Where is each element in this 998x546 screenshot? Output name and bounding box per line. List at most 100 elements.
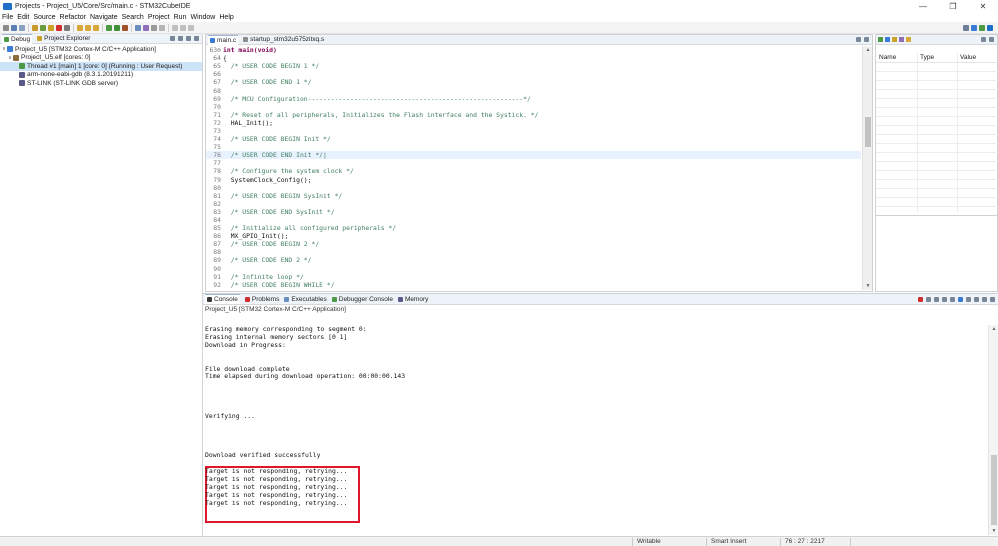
tree-item[interactable]: arm-none-eabi-gdb (8.3.1.20191211)	[0, 71, 202, 80]
code-line[interactable]: 63⊖ int main(void)	[206, 46, 861, 54]
tab-problems[interactable]: Problems	[244, 296, 279, 303]
code-line[interactable]: 68	[206, 86, 861, 95]
save-all-icon[interactable]	[19, 24, 25, 31]
step-over-icon[interactable]	[85, 24, 91, 31]
run-icon[interactable]	[114, 24, 120, 31]
search-icon[interactable]	[143, 24, 149, 31]
code-line[interactable]: 86 MX_GPIO_Init();	[206, 232, 861, 240]
code-line[interactable]: 91 /* Infinite loop */	[206, 273, 861, 281]
code-line[interactable]: 73	[206, 127, 861, 135]
scroll-down-icon[interactable]: ▼	[863, 282, 873, 290]
tab-debugger-console[interactable]: Debugger Console	[331, 296, 393, 303]
open-console-icon[interactable]	[974, 296, 979, 302]
step-into-icon[interactable]	[77, 24, 83, 31]
word-wrap-icon[interactable]	[950, 296, 955, 302]
collapse-all-icon[interactable]	[170, 36, 175, 41]
new-icon[interactable]	[3, 24, 9, 31]
quick-access-icon[interactable]	[963, 24, 969, 31]
menu-run[interactable]: Run	[174, 14, 187, 21]
perspective-debug-icon[interactable]	[979, 24, 985, 31]
external-tools-icon[interactable]	[122, 24, 128, 31]
scrollbar-thumb[interactable]	[991, 455, 997, 525]
back-icon[interactable]	[180, 24, 186, 31]
variables-icon[interactable]	[878, 37, 883, 42]
maximize-button[interactable]: ❐	[938, 0, 968, 12]
menu-help[interactable]: Help	[219, 14, 233, 21]
minimize-view-icon[interactable]	[981, 37, 986, 42]
toggle-mark-icon[interactable]	[151, 24, 157, 31]
tab-main-c[interactable]: main.c	[208, 34, 239, 45]
maximize-view-icon[interactable]	[864, 37, 869, 42]
details-pane-divider[interactable]	[876, 215, 998, 216]
breakpoints-icon[interactable]	[885, 37, 890, 42]
scroll-up-icon[interactable]: ▲	[989, 325, 998, 333]
tab-startup-s[interactable]: startup_stm32u575zitxq.s	[243, 36, 324, 43]
console-output[interactable]: Erasing memory corresponding to segment …	[205, 325, 985, 535]
remove-launch-icon[interactable]	[926, 296, 931, 302]
column-type[interactable]: Type	[920, 54, 934, 61]
code-area[interactable]: 63⊖ int main(void) 64{65 /* USER CODE BEGI…	[206, 46, 861, 290]
code-line[interactable]: 89 /* USER CODE END 2 */	[206, 256, 861, 264]
step-return-icon[interactable]	[93, 24, 99, 31]
code-line[interactable]: 81 /* USER CODE BEGIN SysInit */	[206, 192, 861, 200]
terminate-icon[interactable]	[918, 296, 923, 302]
terminate-icon[interactable]	[56, 24, 62, 31]
pin-console-icon[interactable]	[958, 296, 963, 302]
code-line[interactable]: 66	[206, 70, 861, 78]
column-value[interactable]: Value	[960, 54, 976, 61]
minimize-view-icon[interactable]	[856, 37, 861, 42]
menu-source[interactable]: Source	[33, 14, 55, 21]
code-line[interactable]: 70	[206, 103, 861, 111]
minimize-view-icon[interactable]	[982, 296, 987, 302]
code-line[interactable]: 85 /* Initialize all configured peripher…	[206, 224, 861, 232]
pin-icon[interactable]	[159, 24, 165, 31]
code-line[interactable]: 92 /* USER CODE BEGIN WHILE */	[206, 281, 861, 289]
display-console-icon[interactable]	[966, 296, 971, 302]
registers-icon[interactable]	[899, 37, 904, 42]
minimize-button[interactable]: —	[908, 0, 938, 12]
close-button[interactable]: ✕	[968, 0, 998, 12]
suspend-icon[interactable]	[48, 24, 54, 31]
code-line[interactable]: 69 /* MCU Configuration-----------------…	[206, 95, 861, 103]
expressions-icon[interactable]	[892, 37, 897, 42]
open-type-icon[interactable]	[135, 24, 141, 31]
code-line[interactable]: 78 /* Configure the system clock */	[206, 167, 861, 175]
tab-project-explorer[interactable]: Project Explorer	[37, 35, 90, 42]
menu-project[interactable]: Project	[148, 14, 170, 21]
scrollbar-thumb[interactable]	[865, 117, 871, 147]
disconnect-icon[interactable]	[64, 24, 70, 31]
code-line[interactable]: 71 /* Reset of all peripherals, Initiali…	[206, 111, 861, 119]
scroll-down-icon[interactable]: ▼	[989, 527, 998, 535]
tab-memory[interactable]: Memory	[397, 296, 428, 303]
code-line[interactable]: 83 /* USER CODE END SysInit */	[206, 208, 861, 216]
menu-window[interactable]: Window	[190, 14, 215, 21]
code-line[interactable]: 90	[206, 265, 861, 273]
code-line[interactable]: 82	[206, 200, 861, 208]
prev-edit-icon[interactable]	[172, 24, 178, 31]
code-line[interactable]: 88	[206, 248, 861, 256]
maximize-view-icon[interactable]	[990, 296, 995, 302]
minimize-view-icon[interactable]	[186, 36, 191, 41]
code-line[interactable]: 64{	[206, 54, 861, 62]
column-name[interactable]: Name	[879, 54, 896, 61]
code-line[interactable]: 87 /* USER CODE BEGIN 2 */	[206, 240, 861, 248]
view-menu-icon[interactable]	[178, 36, 183, 41]
code-line[interactable]: 80	[206, 184, 861, 192]
tab-debug[interactable]: Debug	[2, 33, 33, 44]
perspective-cpp-icon[interactable]	[971, 24, 977, 31]
tree-item[interactable]: ST-LINK (ST-LINK GDB server)	[0, 79, 202, 88]
resume-icon[interactable]	[40, 24, 46, 31]
code-line[interactable]: 77	[206, 159, 861, 167]
editor-scrollbar[interactable]: ▲ ▼	[862, 46, 872, 290]
tree-item[interactable]: ∨ Project_U5.elf [cores: 0]	[0, 54, 202, 63]
code-line[interactable]: 84	[206, 216, 861, 224]
clear-console-icon[interactable]	[934, 296, 939, 302]
forward-icon[interactable]	[188, 24, 194, 31]
menu-refactor[interactable]: Refactor	[60, 14, 86, 21]
live-expressions-icon[interactable]	[906, 37, 911, 42]
maximize-view-icon[interactable]	[194, 36, 199, 41]
code-line[interactable]: 76 /* USER CODE END Init */|	[206, 151, 861, 160]
code-line[interactable]: 75	[206, 143, 861, 151]
code-line[interactable]: 74 /* USER CODE BEGIN Init */	[206, 135, 861, 143]
code-line[interactable]: 79 SystemClock_Config();	[206, 176, 861, 184]
